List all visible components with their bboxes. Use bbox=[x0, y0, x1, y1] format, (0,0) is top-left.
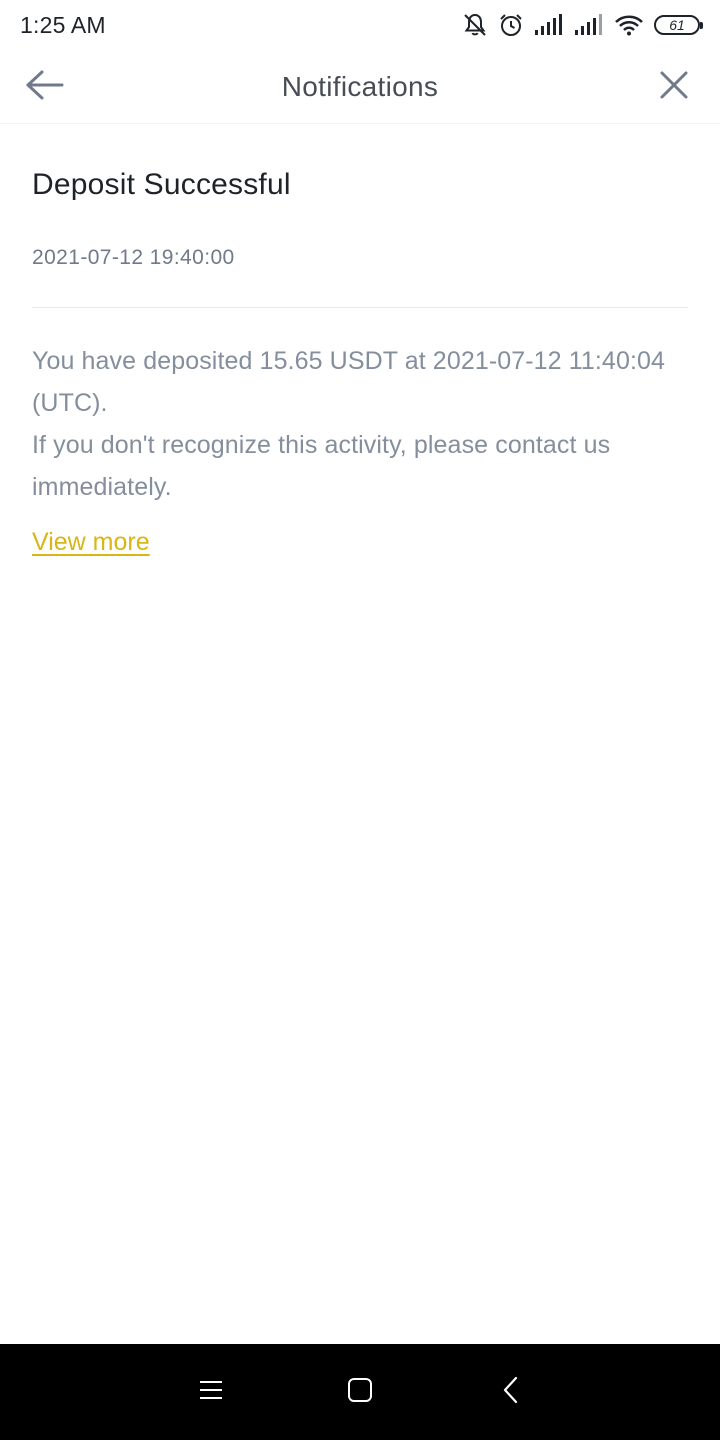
menu-icon bbox=[199, 1379, 223, 1406]
notification-detail: Deposit Successful 2021-07-12 19:40:00 Y… bbox=[32, 124, 688, 557]
back-icon bbox=[501, 1376, 521, 1409]
view-more-link[interactable]: View more bbox=[32, 528, 150, 557]
page-title: Notifications bbox=[281, 70, 439, 102]
home-icon bbox=[347, 1377, 373, 1408]
notification-body: You have deposited 15.65 USDT at 2021-07… bbox=[32, 340, 688, 508]
notification-timestamp: 2021-07-12 19:40:00 bbox=[32, 246, 235, 269]
divider bbox=[32, 307, 688, 308]
battery-icon: 61 bbox=[654, 15, 703, 35]
nav-menu-button[interactable] bbox=[191, 1372, 231, 1412]
signal-icon bbox=[574, 14, 604, 36]
mute-alert-icon bbox=[462, 12, 488, 38]
arrow-left-icon bbox=[24, 69, 64, 106]
alarm-icon bbox=[498, 12, 524, 38]
back-button[interactable] bbox=[22, 67, 66, 107]
system-nav-bar bbox=[0, 1344, 720, 1440]
nav-back-button[interactable] bbox=[491, 1372, 531, 1412]
status-icons: 61 bbox=[462, 12, 703, 38]
signal-icon bbox=[534, 14, 564, 36]
close-icon bbox=[659, 70, 689, 105]
battery-level: 61 bbox=[669, 17, 685, 33]
status-time: 1:25 AM bbox=[20, 11, 106, 38]
close-button[interactable] bbox=[654, 67, 694, 107]
notification-title: Deposit Successful bbox=[32, 168, 291, 201]
notification-body-line: You have deposited 15.65 USDT at 2021-07… bbox=[32, 347, 665, 417]
status-bar: 1:25 AM 61 bbox=[0, 0, 720, 50]
app-header: Notifications bbox=[0, 50, 720, 124]
notification-body-line: If you don't recognize this activity, pl… bbox=[32, 431, 611, 501]
wifi-icon bbox=[614, 14, 644, 36]
nav-home-button[interactable] bbox=[340, 1372, 380, 1412]
